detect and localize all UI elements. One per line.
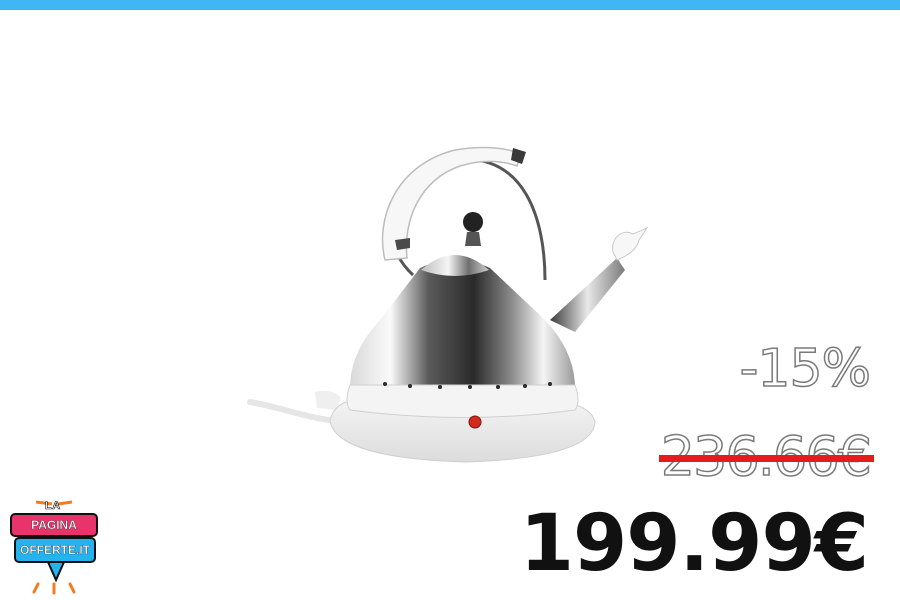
top-accent-bar bbox=[0, 0, 900, 10]
site-logo: LA PAGINA DELLE OFFERTE.IT bbox=[8, 500, 100, 595]
logo-text-la: LA bbox=[45, 500, 61, 513]
logo-text-line2: OFFERTE.IT bbox=[14, 537, 96, 563]
new-price: 199.99€ bbox=[519, 499, 869, 589]
logo-text-line1: PAGINA DELLE bbox=[10, 513, 98, 552]
kettle-icon bbox=[247, 146, 649, 463]
strikethrough-line bbox=[658, 455, 874, 462]
old-price-container: 236.66€ bbox=[658, 429, 874, 484]
discount-badge: -15% bbox=[739, 339, 872, 399]
